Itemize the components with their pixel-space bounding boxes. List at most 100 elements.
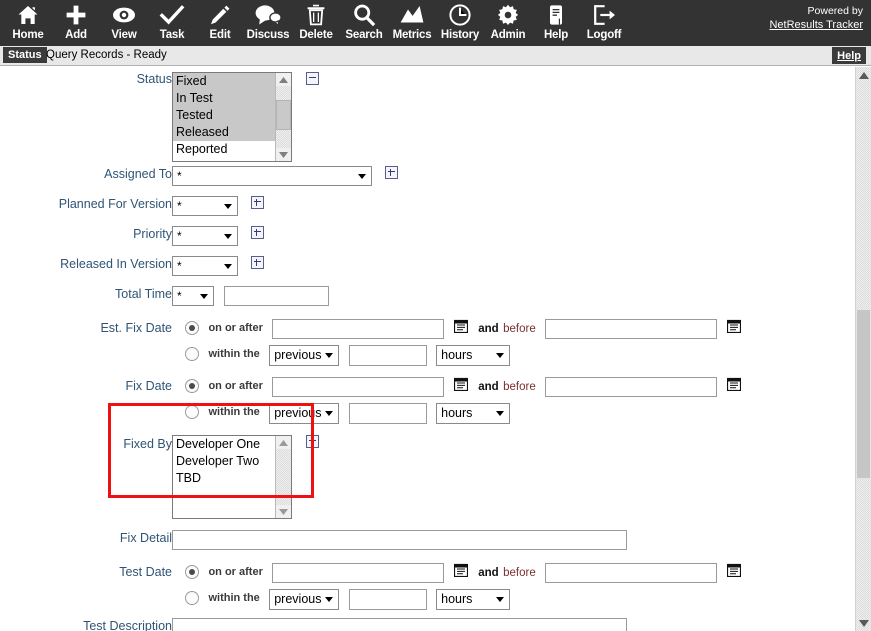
fix-date-to-input[interactable] bbox=[545, 377, 718, 397]
eye-icon bbox=[100, 2, 148, 28]
fix-date-direction-select[interactable]: previous bbox=[269, 403, 340, 424]
list-item[interactable]: Fixed bbox=[173, 73, 276, 90]
est-fix-date-direction-select[interactable]: previous bbox=[269, 345, 340, 366]
status-help-button[interactable]: Help bbox=[832, 47, 866, 64]
calendar-icon[interactable] bbox=[726, 377, 741, 392]
chevron-down-icon bbox=[358, 174, 366, 179]
calendar-icon[interactable] bbox=[726, 563, 741, 578]
scroll-down-arrow-icon[interactable] bbox=[856, 615, 871, 631]
scroll-up-arrow-icon[interactable] bbox=[276, 73, 291, 86]
select-value: * bbox=[177, 289, 182, 303]
toolbar-button-metrics[interactable]: Metrics bbox=[388, 2, 436, 42]
toolbar-label: History bbox=[440, 29, 480, 41]
toolbar-button-discuss[interactable]: Discuss bbox=[244, 2, 292, 42]
test-date-unit-select[interactable]: hours bbox=[436, 589, 511, 610]
toolbar-button-home[interactable]: Home bbox=[4, 2, 52, 42]
list-item[interactable]: TBD bbox=[173, 470, 276, 487]
fix-date-amount-input[interactable] bbox=[348, 403, 427, 424]
fixed-by-listbox-scrollbar[interactable] bbox=[275, 436, 291, 518]
form-row-est-fix-date: Est. Fix Date on or after and before wit… bbox=[0, 312, 741, 370]
status-listbox-options: Fixed In Test Tested Released Reported bbox=[173, 73, 276, 161]
total-time-operator-select[interactable]: * bbox=[172, 286, 214, 306]
est-fix-date-unit-select[interactable]: hours bbox=[436, 345, 511, 366]
fixed-by-listbox[interactable]: Developer One Developer Two TBD bbox=[172, 435, 292, 519]
toolbar-label: Search bbox=[345, 29, 383, 41]
test-date-to-input[interactable] bbox=[545, 563, 718, 583]
est-fix-date-amount-input[interactable] bbox=[348, 345, 427, 366]
chevron-down-icon bbox=[224, 234, 232, 239]
toolbar-button-help[interactable]: Help bbox=[532, 2, 580, 42]
total-time-label: Total Time bbox=[115, 287, 172, 301]
select-value: * bbox=[177, 199, 182, 213]
test-date-on-or-after-radio[interactable] bbox=[185, 564, 199, 579]
est-fix-date-from-input[interactable] bbox=[272, 319, 445, 339]
calendar-icon[interactable] bbox=[726, 319, 741, 334]
page-scroll-thumb[interactable] bbox=[857, 310, 870, 478]
scroll-down-arrow-icon[interactable] bbox=[276, 505, 291, 518]
est-fix-date-within-radio[interactable] bbox=[185, 346, 199, 361]
scroll-track[interactable] bbox=[276, 449, 291, 505]
status-listbox[interactable]: Fixed In Test Tested Released Reported bbox=[172, 72, 292, 162]
calendar-icon[interactable] bbox=[453, 319, 468, 334]
list-item[interactable]: Tested bbox=[173, 107, 276, 124]
expand-plus-icon[interactable] bbox=[251, 226, 265, 239]
test-date-direction-select[interactable]: previous bbox=[269, 589, 340, 610]
test-date-amount-input[interactable] bbox=[348, 589, 427, 610]
fix-date-on-or-after-radio[interactable] bbox=[185, 378, 199, 393]
list-item[interactable]: Developer One bbox=[173, 436, 276, 453]
toolbar-button-delete[interactable]: Delete bbox=[292, 2, 340, 42]
total-time-input[interactable] bbox=[224, 286, 330, 306]
scroll-track[interactable] bbox=[276, 86, 291, 148]
planned-for-version-select[interactable]: * bbox=[172, 196, 238, 216]
scroll-down-arrow-icon[interactable] bbox=[276, 148, 291, 161]
priority-select[interactable]: * bbox=[172, 226, 238, 246]
list-item[interactable]: Developer Two bbox=[173, 453, 276, 470]
toolbar-label: View bbox=[111, 29, 137, 41]
test-date-within-radio[interactable] bbox=[185, 590, 199, 605]
fix-date-within-radio[interactable] bbox=[185, 404, 199, 419]
toolbar-button-admin[interactable]: Admin bbox=[484, 2, 532, 42]
clock-icon bbox=[436, 2, 484, 28]
fix-date-from-input[interactable] bbox=[272, 377, 445, 397]
fix-detail-input[interactable] bbox=[172, 530, 627, 550]
calendar-icon[interactable] bbox=[453, 563, 468, 578]
expand-plus-icon[interactable] bbox=[385, 166, 399, 179]
query-form-area: Status Fixed In Test Tested Released Rep… bbox=[0, 67, 855, 631]
toolbar-button-view[interactable]: View bbox=[100, 2, 148, 42]
toolbar-button-search[interactable]: Search bbox=[340, 2, 388, 42]
collapse-minus-icon[interactable] bbox=[306, 435, 320, 448]
and-word: and bbox=[478, 381, 499, 393]
est-fix-date-to-input[interactable] bbox=[545, 319, 718, 339]
scroll-up-arrow-icon[interactable] bbox=[856, 67, 871, 83]
test-description-input[interactable] bbox=[172, 618, 627, 631]
chevron-down-icon bbox=[325, 411, 334, 416]
list-item[interactable]: In Test bbox=[173, 90, 276, 107]
scroll-thumb[interactable] bbox=[276, 100, 291, 130]
toolbar-label: Discuss bbox=[246, 29, 290, 41]
expand-plus-icon[interactable] bbox=[251, 256, 265, 269]
collapse-minus-icon[interactable] bbox=[306, 72, 320, 85]
scroll-up-arrow-icon[interactable] bbox=[276, 436, 291, 449]
list-item[interactable]: Reported bbox=[173, 141, 276, 158]
toolbar-button-logoff[interactable]: Logoff bbox=[580, 2, 628, 42]
toolbar-button-edit[interactable]: Edit bbox=[196, 2, 244, 42]
released-in-version-select[interactable]: * bbox=[172, 256, 238, 276]
toolbar-button-task[interactable]: Task bbox=[148, 2, 196, 42]
list-item[interactable]: Released bbox=[173, 124, 276, 141]
help-link[interactable]: Help bbox=[837, 50, 861, 62]
assigned-to-select[interactable]: * bbox=[172, 166, 372, 186]
form-row-fix-date: Fix Date on or after and before within t… bbox=[0, 370, 741, 428]
status-listbox-scrollbar[interactable] bbox=[275, 73, 291, 161]
fix-date-unit-select[interactable]: hours bbox=[436, 403, 511, 424]
toolbar-button-add[interactable]: Add bbox=[52, 2, 100, 42]
test-date-relative-row: within the previous hours bbox=[172, 589, 741, 614]
toolbar-button-history[interactable]: History bbox=[436, 2, 484, 42]
est-fix-date-on-or-after-radio[interactable] bbox=[185, 320, 199, 335]
test-date-from-input[interactable] bbox=[272, 563, 445, 583]
gear-icon bbox=[484, 2, 532, 28]
calendar-icon[interactable] bbox=[453, 377, 468, 392]
test-date-within-label: within the bbox=[208, 591, 260, 604]
expand-plus-icon[interactable] bbox=[251, 196, 265, 209]
page-vertical-scrollbar[interactable] bbox=[855, 67, 871, 631]
brand-link[interactable]: NetResults Tracker bbox=[769, 19, 863, 31]
